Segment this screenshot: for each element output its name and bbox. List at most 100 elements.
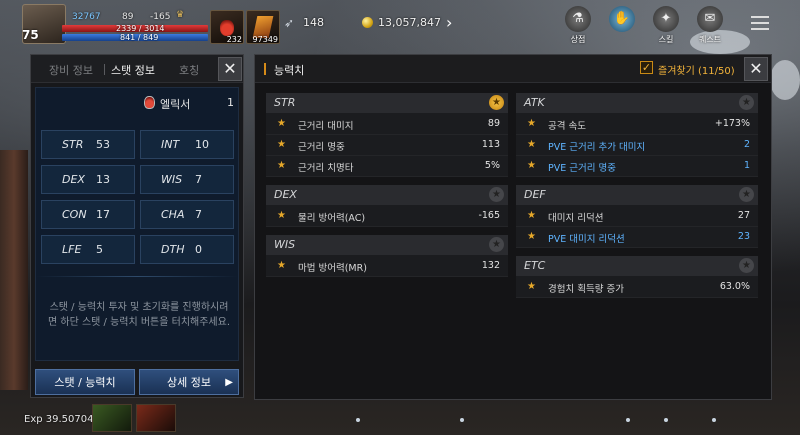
stat-value: 5 [96, 243, 103, 256]
stat-cell-lfe[interactable]: LFE 5 [41, 235, 135, 264]
star-icon: ★ [527, 139, 536, 150]
chevron-right-icon[interactable]: › [446, 13, 452, 32]
star-icon: ★ [277, 139, 286, 150]
trophy-icon: ♛ [176, 10, 185, 20]
star-icon[interactable]: ★ [739, 95, 754, 110]
left-panel-close-button[interactable]: ✕ [218, 57, 242, 81]
category-title: STR [274, 96, 296, 109]
item-slot[interactable]: 97349 [246, 10, 280, 44]
ability-value: 113 [481, 139, 500, 150]
ability-panel: 능력치 ✓ 즐겨찾기 (11/50) ✕ STR ★ ★ 근거리 대미지 89 … [254, 54, 772, 400]
ability-label: 근거리 명중 [298, 142, 345, 153]
panel-tabs: 장비 정보 스탯 정보 호칭 ✕ [31, 55, 243, 83]
star-icon[interactable]: ★ [739, 187, 754, 202]
ability-row[interactable]: ★ 근거리 명중 113 [266, 135, 508, 156]
ability-row[interactable]: ★ 마법 방어력(MR) 132 [266, 256, 508, 277]
stat-a-value: 89 [122, 12, 134, 22]
stat-cell-dth[interactable]: DTH 0 [140, 235, 234, 264]
category-dex: DEX ★ ★ 물리 방어력(AC) -165 [266, 185, 508, 227]
star-icon: ★ [527, 281, 536, 292]
stat-name: WIS [161, 173, 183, 186]
ability-value: -165 [478, 210, 500, 221]
stat-name: CHA [161, 208, 185, 221]
category-header: ATK ★ [516, 93, 758, 113]
menu-book-button[interactable]: ✋ [604, 6, 640, 46]
tab-stat-info[interactable]: 스탯 정보 [111, 62, 155, 78]
ability-row[interactable]: ★ PVE 근거리 명중 1 [516, 156, 758, 177]
ability-row[interactable]: ★ 물리 방어력(AC) -165 [266, 206, 508, 227]
star-icon[interactable]: ★ [489, 187, 504, 202]
tab-divider [104, 64, 105, 75]
gold-coin-icon [362, 17, 373, 28]
category-wis: WIS ★ ★ 마법 방어력(MR) 132 [266, 235, 508, 277]
star-icon[interactable]: ★ [739, 258, 754, 273]
stat-cell-int[interactable]: INT 10 [140, 130, 234, 159]
category-title: DEF [524, 188, 546, 201]
stat-description: 스탯 / 능력치 투자 및 초기화를 진행하시려면 하단 스탯 / 능력치 버튼… [47, 302, 231, 328]
stat-name: STR [62, 138, 84, 151]
item-count: 97349 [252, 35, 278, 44]
skill-slot[interactable] [136, 404, 176, 432]
stat-name: DTH [161, 243, 185, 256]
ability-value: 5% [484, 160, 500, 171]
tab-equipment-info[interactable]: 장비 정보 [49, 62, 93, 78]
star-icon: ★ [527, 210, 536, 221]
page-dot [356, 418, 360, 422]
ability-label: 대미지 리덕션 [548, 213, 604, 224]
potion-slot[interactable]: 232 [210, 10, 244, 44]
tab-title[interactable]: 호칭 [179, 62, 199, 78]
stat-name: DEX [62, 173, 85, 186]
category-header: WIS ★ [266, 235, 508, 255]
stat-cell-dex[interactable]: DEX 13 [41, 165, 135, 194]
wings-icon: ➶ [284, 16, 295, 30]
stat-box: 엘릭서 1 STR 53 INT 10 DEX 13 WIS 7 CON 17 … [35, 87, 239, 361]
stat-ability-button[interactable]: 스탯 / 능력치 [35, 369, 135, 395]
top-hud: 75 32767 89 -165 ♛ 2339 / 3014 841 / 849… [0, 0, 800, 52]
quest-icon: ✉ [697, 6, 723, 32]
menu-skill-button[interactable]: ✦ 스킬 [648, 6, 684, 46]
star-icon[interactable]: ★ [489, 237, 504, 252]
ability-row[interactable]: ★ PVE 근거리 추가 대미지 2 [516, 135, 758, 156]
category-header: ETC ★ [516, 256, 758, 276]
stat-value: 17 [96, 208, 110, 221]
category-title: WIS [274, 238, 296, 251]
stat-cell-wis[interactable]: WIS 7 [140, 165, 234, 194]
category-title: ATK [524, 96, 545, 109]
category-etc: ETC ★ ★ 경험치 획득량 증가 63.0% [516, 256, 758, 298]
stat-cell-cha[interactable]: CHA 7 [140, 200, 234, 229]
category-header: STR ★ [266, 93, 508, 113]
ability-row[interactable]: ★ 공격 속도 +173% [516, 114, 758, 135]
stat-value: 13 [96, 173, 110, 186]
ability-row[interactable]: ★ PVE 대미지 리덕션 23 [516, 227, 758, 248]
stat-cell-con[interactable]: CON 17 [41, 200, 135, 229]
stat-value: 7 [195, 173, 202, 186]
ability-row[interactable]: ★ 경험치 획득량 증가 63.0% [516, 277, 758, 298]
ability-value: 63.0% [719, 281, 750, 292]
menu-shop-button[interactable]: ⚗ 상점 [560, 6, 596, 46]
category-header: DEX ★ [266, 185, 508, 205]
star-icon[interactable]: ★ [489, 95, 504, 110]
page-dot [664, 418, 668, 422]
hp-text: 2339 / 3014 [116, 24, 165, 33]
right-panel-close-button[interactable]: ✕ [744, 57, 768, 81]
star-icon: ★ [277, 118, 286, 129]
stat-cell-str[interactable]: STR 53 [41, 130, 135, 159]
potion-count: 232 [226, 35, 242, 44]
skill-slot[interactable] [92, 404, 132, 432]
ability-row[interactable]: ★ 근거리 대미지 89 [266, 114, 508, 135]
menu-quest-button[interactable]: ✉ 퀘스트 [692, 6, 728, 46]
hamburger-menu-icon[interactable] [751, 16, 769, 30]
skill-icon: ✦ [653, 6, 679, 32]
divider [36, 276, 238, 277]
detail-info-button[interactable]: 상세 정보 ▶ [139, 369, 239, 395]
ability-row[interactable]: ★ 대미지 리덕션 27 [516, 206, 758, 227]
play-arrow-icon: ▶ [225, 377, 233, 388]
ability-value: 23 [737, 231, 750, 242]
favorites-label[interactable]: 즐겨찾기 (11/50) [658, 62, 735, 77]
close-icon: ✕ [223, 59, 237, 78]
elixir-label: 엘릭서 [160, 98, 191, 111]
ability-row[interactable]: ★ 근거리 치명타 5% [266, 156, 508, 177]
star-icon: ★ [527, 160, 536, 171]
stat-value: 7 [195, 208, 202, 221]
favorites-checkbox[interactable]: ✓ [640, 61, 653, 74]
